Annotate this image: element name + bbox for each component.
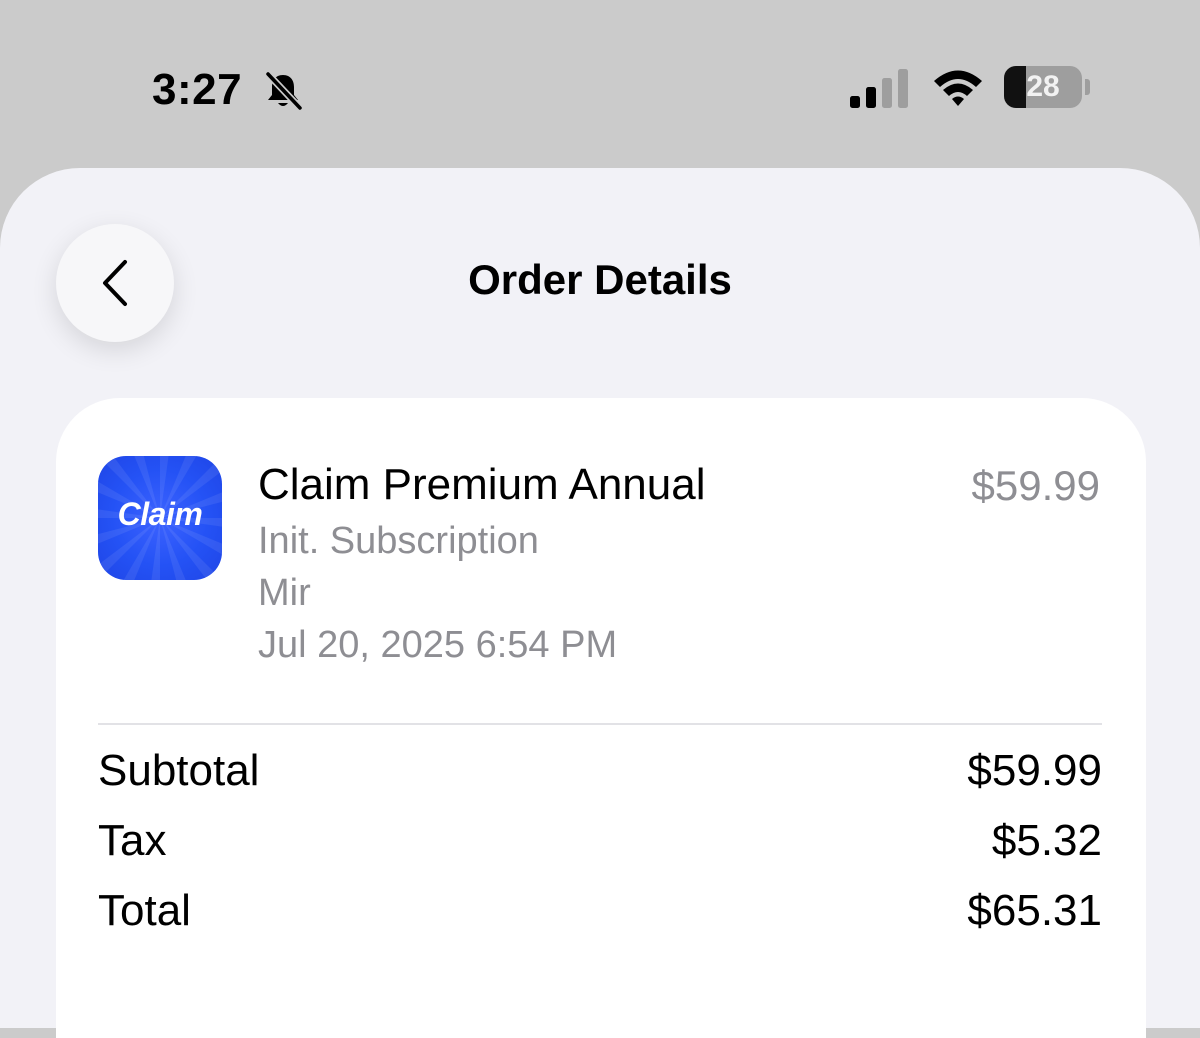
order-card: Claim Claim Premium Annual Init. Subscri…: [56, 398, 1146, 1038]
page-title: Order Details: [468, 256, 732, 303]
battery-level: 28: [1026, 70, 1060, 103]
battery-cap: [1085, 79, 1090, 95]
cellular-signal-icon: [850, 69, 908, 108]
signal-bar: [866, 87, 876, 108]
item-buyer: Mir: [258, 572, 311, 614]
divider: [98, 723, 1102, 725]
status-bar: 3:27 28: [0, 0, 1200, 170]
order-details-sheet: Order Details Claim Claim Premium Annual…: [0, 168, 1200, 1038]
summary-row-subtotal: Subtotal $59.99: [98, 746, 1102, 806]
signal-bar: [850, 96, 860, 108]
battery-icon: 28: [1004, 66, 1090, 108]
item-name: Claim Premium Annual: [258, 460, 706, 509]
item-date: Jul 20, 2025 6:54 PM: [258, 624, 618, 666]
summary-value: $5.32: [991, 816, 1102, 865]
summary-value: $59.99: [967, 746, 1102, 795]
item-price: $59.99: [971, 462, 1100, 509]
summary-value: $65.31: [967, 886, 1102, 935]
app-icon-label: Claim: [117, 496, 203, 532]
item-type: Init. Subscription: [258, 520, 539, 562]
summary-row-total: Total $65.31: [98, 886, 1102, 946]
summary-label: Total: [98, 886, 191, 935]
summary-label: Tax: [98, 816, 167, 865]
wifi-icon: [934, 70, 982, 106]
battery-body: 28: [1004, 66, 1082, 108]
bell-slash-icon: [264, 70, 304, 112]
signal-bar: [882, 78, 892, 108]
summary-row-tax: Tax $5.32: [98, 816, 1102, 876]
status-time: 3:27: [152, 65, 243, 114]
app-icon[interactable]: Claim: [98, 456, 222, 580]
summary-label: Subtotal: [98, 746, 260, 795]
signal-bar: [898, 69, 908, 108]
